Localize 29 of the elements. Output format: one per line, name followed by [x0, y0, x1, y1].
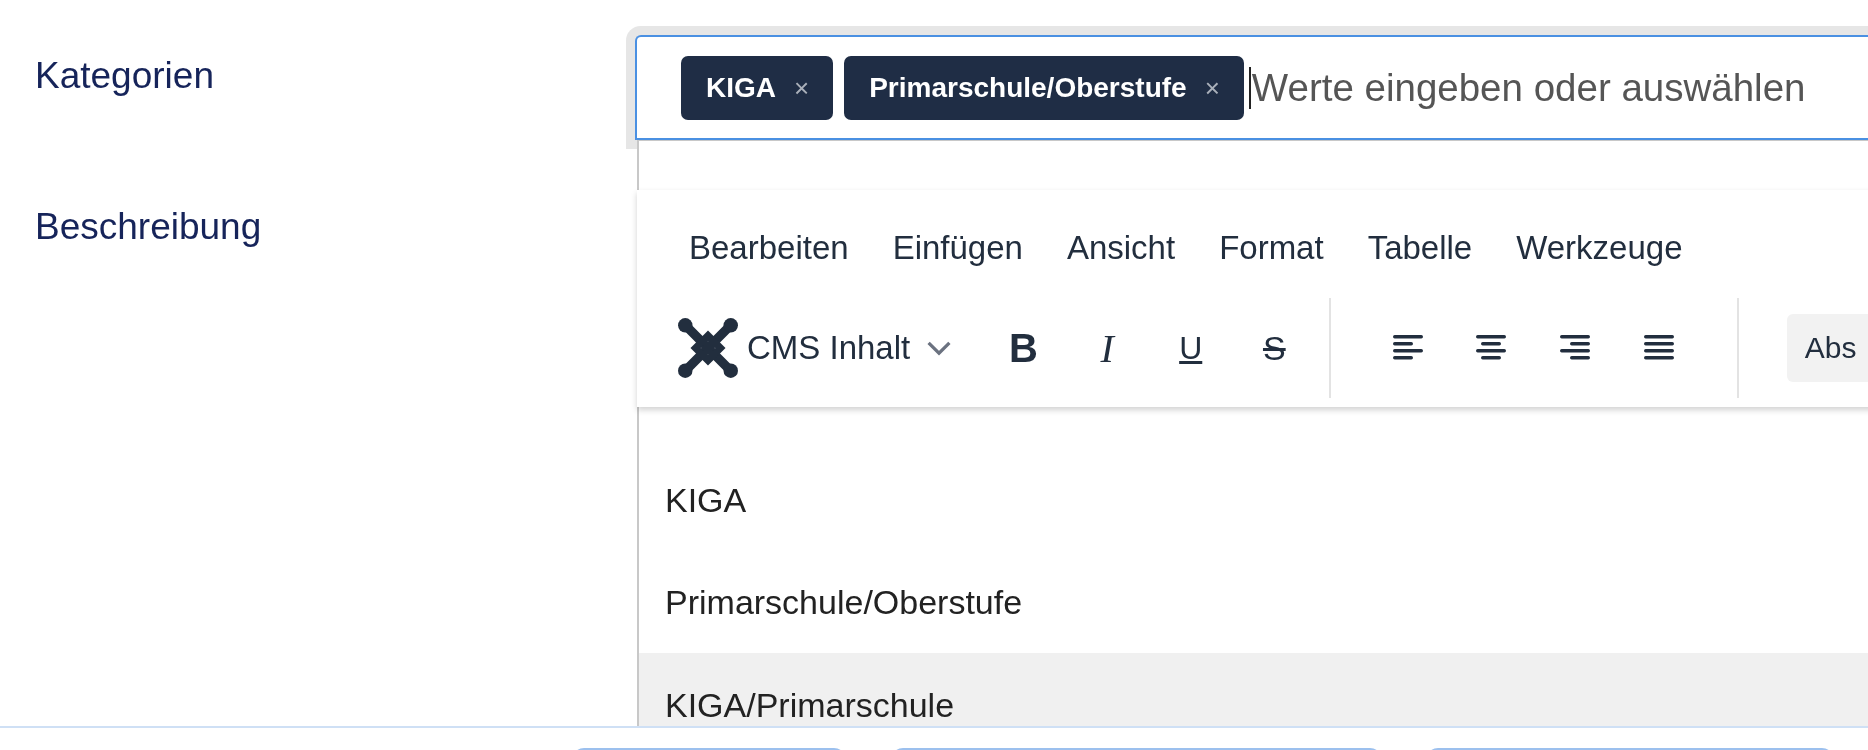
menu-item[interactable]: Einfügen — [878, 226, 1037, 270]
remove-tag-button[interactable]: × — [794, 74, 810, 101]
input-placeholder: Werte eingeben oder auswählen — [1251, 65, 1806, 110]
menu-item[interactable]: Ansicht — [1052, 226, 1190, 270]
menu-item[interactable]: Format — [1205, 226, 1338, 270]
menu-item[interactable]: Bearbeiten — [675, 226, 863, 270]
content-dropdown[interactable]: CMS Inhalt — [677, 317, 953, 379]
underline-button[interactable]: U — [1161, 317, 1220, 379]
field-label: Kategorien — [34, 54, 215, 98]
tag-label: KIGA — [706, 71, 776, 104]
align-justify-icon — [1643, 335, 1674, 361]
bold-button[interactable]: B — [994, 317, 1053, 379]
menu-item[interactable]: Werkzeuge — [1502, 226, 1697, 270]
tag-label: Primarschule/Oberstufe — [869, 71, 1187, 104]
text-cursor — [1248, 66, 1251, 109]
remove-tag-button[interactable]: × — [1204, 74, 1220, 101]
knot-logo-icon — [677, 317, 739, 379]
dropdown-option[interactable]: KIGA/Primarschule — [639, 653, 1868, 726]
align-right-icon — [1560, 335, 1590, 361]
chevron-down-icon — [926, 340, 953, 356]
strike-button[interactable]: S — [1245, 317, 1304, 379]
dropdown-option[interactable]: KIGA — [639, 449, 1868, 551]
dropdown-option[interactable]: Primarschule/Oberstufe — [639, 551, 1868, 653]
menu-item[interactable]: Tabelle — [1353, 226, 1487, 270]
align-center-icon — [1476, 335, 1507, 361]
block-format-select[interactable]: Abs — [1786, 314, 1868, 382]
field-label: Beschreibung — [34, 205, 263, 245]
italic-button[interactable]: I — [1077, 317, 1137, 379]
align-left-icon — [1392, 335, 1423, 361]
